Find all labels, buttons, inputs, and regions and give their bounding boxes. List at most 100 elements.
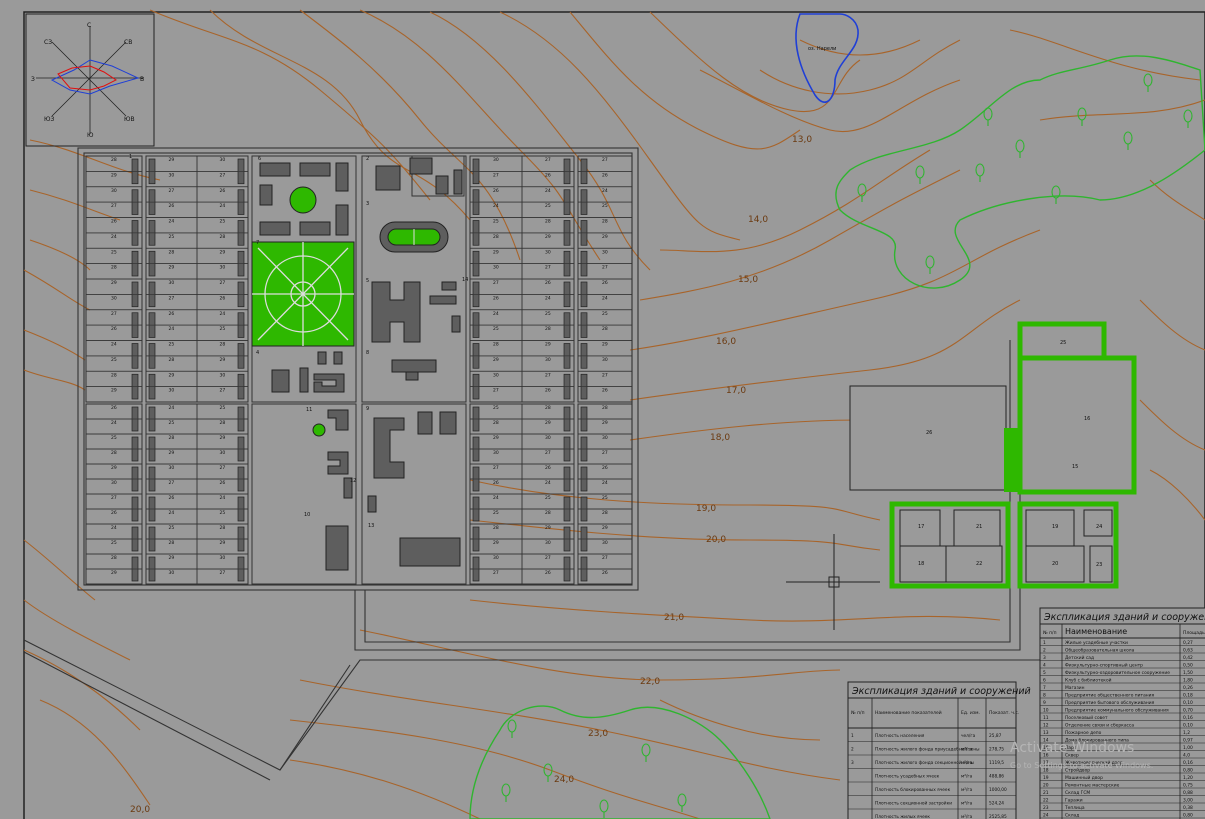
lot-number: 29 <box>220 357 226 363</box>
table-cell: 0,27 <box>1183 640 1193 646</box>
compass-s: Ю <box>87 132 94 139</box>
table-cell: 0,70 <box>1183 707 1193 713</box>
lot-number: 24 <box>493 203 499 209</box>
table-cell: 0,10 <box>1183 700 1193 706</box>
lot-number: 28 <box>493 342 499 348</box>
lot-number: 27 <box>493 388 499 394</box>
zone-number: 3 <box>366 201 369 207</box>
lot-number: 30 <box>169 172 175 178</box>
lot-number: 30 <box>220 372 226 378</box>
lot-number: 24 <box>602 480 608 486</box>
lot-number: 25 <box>169 234 175 240</box>
table-cell: 2 <box>1043 647 1046 653</box>
lot-number: 30 <box>111 188 117 194</box>
lot-number: 24 <box>220 495 226 501</box>
contour-label: 18,0 <box>710 433 730 443</box>
table-cell: Плотность секционной застройки <box>875 800 952 807</box>
contour-label: 16,0 <box>716 337 736 347</box>
contour-label: 23,0 <box>588 729 608 739</box>
zone-number: 2 <box>366 156 369 162</box>
table-cell: 278,75 <box>989 747 1004 753</box>
table-cell: 11 <box>1043 715 1049 721</box>
table-cell: Общеобразовательная школа <box>1065 646 1135 653</box>
lot-number: 27 <box>493 570 499 576</box>
table-cell: 0,10 <box>1183 722 1193 728</box>
lot-number: 29 <box>493 249 499 255</box>
table-cell: Отделение связи и сберкасса <box>1065 721 1134 728</box>
table-cell: м²/га <box>961 747 973 753</box>
lot-number: 28 <box>111 157 117 163</box>
contour-label: 24,0 <box>554 775 574 785</box>
table-cell: 20 <box>1043 782 1049 788</box>
park-paths <box>252 242 354 346</box>
contour-label: 22,0 <box>640 677 660 687</box>
lot-number: 30 <box>169 388 175 394</box>
lot-number: 30 <box>111 295 117 301</box>
lot-number: 27 <box>111 311 117 317</box>
lot-number: 26 <box>545 570 551 576</box>
lot-number: 25 <box>602 495 608 501</box>
compass-sw: ЮЗ <box>44 116 54 123</box>
contour-label: 19,0 <box>696 504 716 514</box>
lot-number: 25 <box>493 405 499 411</box>
lot-number: 24 <box>111 525 117 531</box>
table-cell: 488,86 <box>989 774 1004 780</box>
table-cell: 524,24 <box>989 801 1004 807</box>
lot-number: 26 <box>220 295 226 301</box>
lot-number: 27 <box>220 280 226 286</box>
lot-number: 24 <box>169 219 175 225</box>
lot-number: 29 <box>169 555 175 561</box>
lot-number: 29 <box>169 372 175 378</box>
table-cell: Предприятие коммунального обслуживания <box>1065 706 1169 713</box>
table-cell: 0,26 <box>1183 685 1193 691</box>
table-cell: Магазин <box>1065 685 1085 691</box>
table-cell: 0,75 <box>1183 782 1193 788</box>
table-cell: Машинный двор <box>1065 774 1103 781</box>
zone-number: 15 <box>1072 464 1078 470</box>
table-cell: 1,00 <box>1183 745 1193 751</box>
lot-number: 30 <box>493 450 499 456</box>
lot-number: 24 <box>169 405 175 411</box>
lot-number: 27 <box>220 172 226 178</box>
lot-number: 27 <box>111 203 117 209</box>
lot-number: 28 <box>493 420 499 426</box>
lot-number: 25 <box>169 420 175 426</box>
lot-number: 29 <box>169 157 175 163</box>
lot-number: 29 <box>169 450 175 456</box>
lot-number: 29 <box>111 388 117 394</box>
lot-number: 30 <box>602 435 608 441</box>
lot-number: 25 <box>111 357 117 363</box>
lot-number: 26 <box>220 188 226 194</box>
buildings-table-title: Экспликация зданий и сооружений <box>1043 612 1205 623</box>
zone-number: 25 <box>1060 340 1066 346</box>
table-header: Показат. ч.с. <box>989 710 1019 716</box>
table-cell: 7 <box>1043 685 1046 691</box>
lot-number: 28 <box>602 510 608 516</box>
lot-number: 27 <box>545 265 551 271</box>
lot-number: 26 <box>220 480 226 486</box>
lot-number: 29 <box>220 435 226 441</box>
zone-number: 23 <box>1096 562 1102 568</box>
table-cell: Плотность усадебных ячеек <box>875 774 940 780</box>
lot-number: 26 <box>493 480 499 486</box>
lot-number: 27 <box>602 157 608 163</box>
lot-number: 27 <box>602 555 608 561</box>
lot-number: 30 <box>545 540 551 546</box>
lot-number: 24 <box>220 311 226 317</box>
lot-number: 28 <box>169 540 175 546</box>
lot-number: 25 <box>602 203 608 209</box>
table-cell: 0,97 <box>1183 737 1193 743</box>
lot-number: 29 <box>493 435 499 441</box>
watermark-subtitle: Go to Settings to activate Windows. <box>1010 761 1153 770</box>
table-cell: Пожарное депо <box>1065 730 1102 736</box>
zone-number: 26 <box>926 430 932 436</box>
table-cell: 4 <box>1043 662 1046 668</box>
table-cell: 3 <box>1043 655 1046 661</box>
lot-number: 25 <box>545 203 551 209</box>
lot-number: 29 <box>545 342 551 348</box>
lot-number: 26 <box>111 405 117 411</box>
table-cell: Гаражи <box>1065 797 1083 803</box>
site-plan: 13,014,015,016,017,018,019,020,021,022,0… <box>0 0 1205 819</box>
table-cell: 1,20 <box>1183 775 1193 781</box>
lot-number: 24 <box>493 311 499 317</box>
